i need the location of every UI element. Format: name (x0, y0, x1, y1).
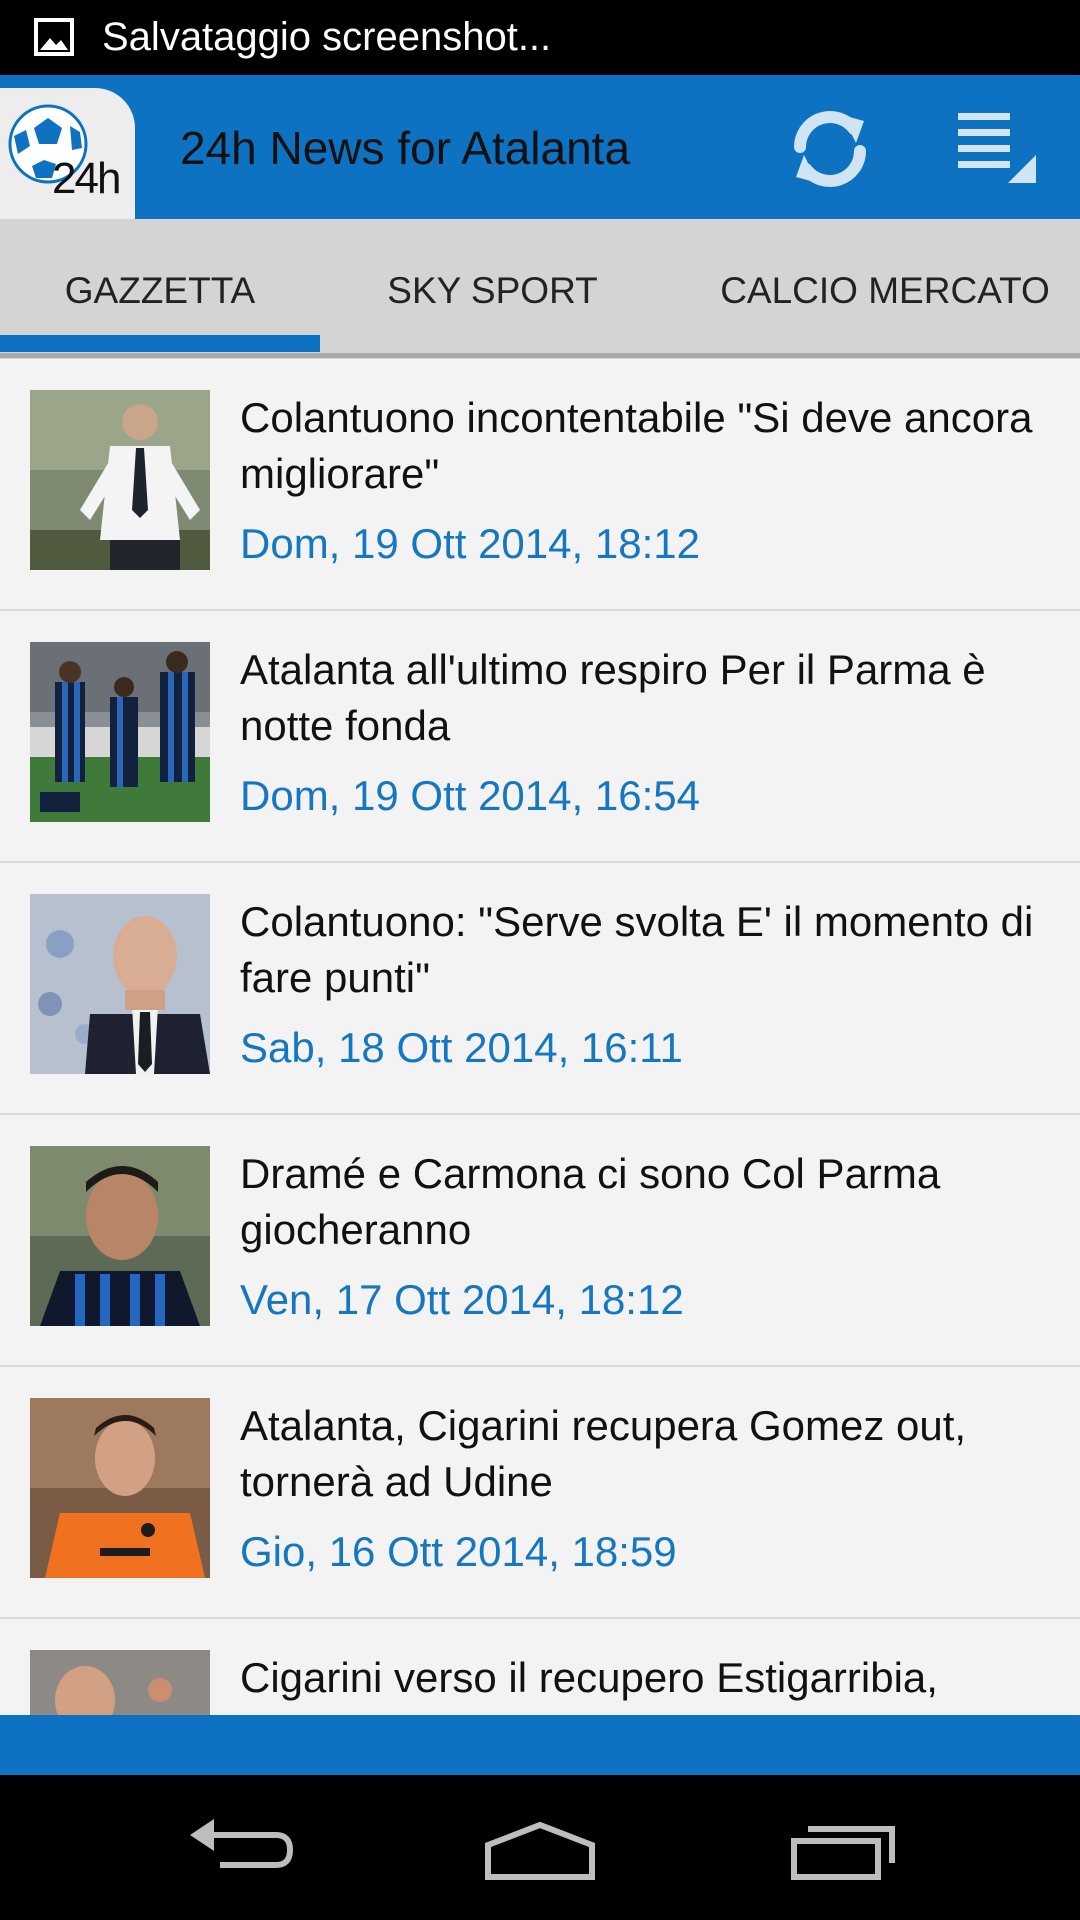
app-title: 24h News for Atalanta (180, 122, 631, 174)
article-headline: Dramé e Carmona ci sono Col Parma gioche… (240, 1150, 941, 1253)
tab-bar: GAZZETTA SKY SPORT CALCIO MERCATO (0, 219, 1080, 359)
article-headline: Colantuono: "Serve svolta E' il momento … (240, 898, 1034, 1001)
bottom-bar (0, 1715, 1080, 1775)
tab-calcio-mercato[interactable]: CALCIO MERCATO (720, 219, 1050, 359)
article-list[interactable]: Colantuono incontentabile "Si deve ancor… (0, 360, 1080, 1715)
home-button[interactable] (480, 1805, 600, 1895)
navigation-bar (0, 1775, 1080, 1920)
article-headline: Atalanta all'ultimo respiro Per il Parma… (240, 646, 986, 749)
overflow-menu-icon (958, 113, 1036, 183)
article-thumbnail (30, 390, 210, 570)
list-item[interactable]: Atalanta, Cigarini recupera Gomez out, t… (0, 1368, 1080, 1619)
article-thumbnail (30, 1398, 210, 1578)
article-headline: Atalanta, Cigarini recupera Gomez out, t… (240, 1402, 967, 1505)
list-item[interactable]: Colantuono incontentabile "Si deve ancor… (0, 360, 1080, 611)
list-item[interactable]: Cigarini verso il recupero Estigarribia, (0, 1620, 1080, 1715)
tab-sky-sport[interactable]: SKY SPORT (330, 219, 655, 359)
status-bar: Salvataggio screenshot... (0, 0, 1080, 75)
tab-baseline (0, 353, 1080, 358)
back-icon (190, 1819, 294, 1868)
list-item[interactable]: Atalanta all'ultimo respiro Per il Parma… (0, 612, 1080, 863)
app-logo[interactable]: 24h (0, 88, 135, 219)
article-date: Dom, 19 Ott 2014, 18:12 (240, 520, 700, 567)
article-date: Sab, 18 Ott 2014, 16:11 (240, 1024, 683, 1071)
list-item[interactable]: Colantuono: "Serve svolta E' il momento … (0, 864, 1080, 1115)
status-text: Salvataggio screenshot... (102, 15, 552, 59)
overflow-menu-button[interactable] (946, 99, 1046, 199)
image-icon (34, 18, 74, 56)
article-thumbnail (30, 894, 210, 1074)
article-date: Gio, 16 Ott 2014, 18:59 (240, 1528, 677, 1575)
app-bar: 24h 24h News for Atalanta (0, 75, 1080, 219)
logo-text: 24h (52, 154, 121, 203)
list-item[interactable]: Dramé e Carmona ci sono Col Parma gioche… (0, 1116, 1080, 1367)
tab-indicator (0, 335, 320, 352)
refresh-button[interactable] (780, 99, 880, 199)
back-button[interactable] (180, 1805, 300, 1895)
article-headline: Colantuono incontentabile "Si deve ancor… (240, 394, 1033, 497)
article-date: Ven, 17 Ott 2014, 18:12 (240, 1276, 684, 1323)
refresh-icon (794, 111, 866, 187)
recents-icon (791, 1826, 895, 1880)
article-date: Dom, 19 Ott 2014, 16:54 (240, 772, 700, 819)
home-icon (485, 1821, 595, 1880)
recents-button[interactable] (780, 1805, 900, 1895)
article-headline: Cigarini verso il recupero Estigarribia, (240, 1654, 938, 1701)
article-thumbnail (30, 1650, 210, 1715)
article-thumbnail (30, 1146, 210, 1326)
article-thumbnail (30, 642, 210, 822)
